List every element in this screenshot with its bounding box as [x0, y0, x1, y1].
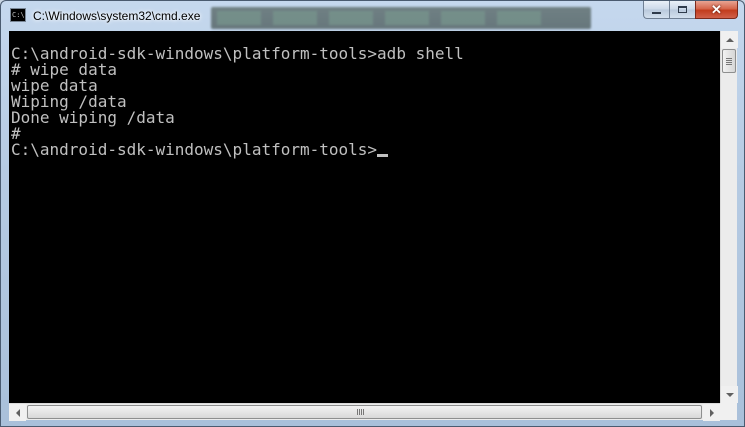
- caption-buttons: ✕: [643, 1, 738, 20]
- horizontal-scrollbar[interactable]: [9, 403, 720, 421]
- scroll-up-button[interactable]: [721, 31, 738, 48]
- scroll-down-button[interactable]: [721, 386, 738, 403]
- console-client-area: C:\android-sdk-windows\platform-tools>ad…: [9, 31, 738, 421]
- vertical-scroll-thumb[interactable]: [722, 49, 736, 73]
- console-lines: C:\android-sdk-windows\platform-tools>ad…: [11, 46, 464, 158]
- console-prompt: C:\android-sdk-windows\platform-tools>: [11, 140, 378, 159]
- close-icon: ✕: [711, 2, 722, 17]
- cmd-console-icon[interactable]: C:\: [10, 8, 26, 22]
- arrow-right-icon: [709, 408, 714, 417]
- cmd-window: C:\ C:\Windows\system32\cmd.exe ✕ C:\and…: [0, 0, 745, 427]
- maximize-button[interactable]: [669, 1, 695, 19]
- arrow-up-icon: [725, 37, 734, 42]
- console-prompt-line[interactable]: C:\android-sdk-windows\platform-tools>: [11, 142, 464, 158]
- horizontal-scroll-thumb[interactable]: [27, 405, 702, 419]
- title-bar[interactable]: C:\ C:\Windows\system32\cmd.exe ✕: [1, 1, 744, 31]
- scroll-left-button[interactable]: [9, 404, 26, 421]
- glass-background: [211, 7, 591, 29]
- scrollbar-corner: [720, 403, 737, 420]
- close-button[interactable]: ✕: [695, 1, 738, 19]
- maximize-icon: [678, 6, 687, 13]
- window-title: C:\Windows\system32\cmd.exe: [33, 9, 201, 23]
- console-output[interactable]: C:\android-sdk-windows\platform-tools>ad…: [9, 31, 720, 403]
- vertical-scrollbar[interactable]: [720, 31, 738, 403]
- console-line: Done wiping /data: [11, 108, 175, 127]
- scroll-right-button[interactable]: [703, 404, 720, 421]
- text-cursor: [377, 154, 389, 157]
- arrow-down-icon: [725, 392, 734, 397]
- arrow-left-icon: [15, 408, 20, 417]
- minimize-icon: [652, 11, 661, 14]
- minimize-button[interactable]: [643, 1, 669, 19]
